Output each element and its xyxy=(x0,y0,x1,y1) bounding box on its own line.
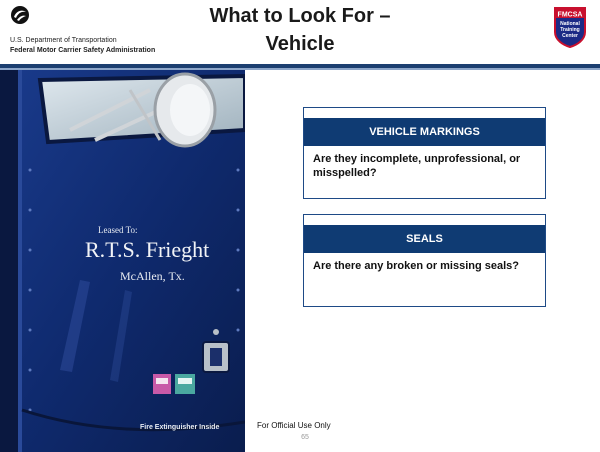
title-line-1: What to Look For – xyxy=(209,5,391,27)
slide-header: U.S. Department of Transportation Federa… xyxy=(0,0,600,64)
agency-name: Federal Motor Carrier Safety Administrat… xyxy=(10,47,156,54)
extinguisher-lettering: Fire Extinguisher Inside xyxy=(140,424,219,431)
slide: U.S. Department of Transportation Federa… xyxy=(0,0,600,452)
badge-top-text: FMCSA xyxy=(558,12,583,19)
truck-door-photo: Leased To: R.T.S. Frieght McAllen, Tx. F… xyxy=(0,70,245,452)
vehicle-markings-card: VEHICLE MARKINGS Are they incomplete, un… xyxy=(303,107,546,199)
title-line-2: Vehicle xyxy=(265,33,335,55)
dot-logo-icon xyxy=(11,6,29,24)
department-name: U.S. Department of Transportation xyxy=(10,37,117,44)
company-lettering: R.T.S. Frieght xyxy=(85,237,209,262)
leased-to-text: Leased To: xyxy=(98,225,137,235)
vehicle-markings-heading: VEHICLE MARKINGS xyxy=(304,118,545,146)
seals-card: SEALS Are there any broken or missing se… xyxy=(303,214,546,307)
seals-heading: SEALS xyxy=(304,225,545,253)
truck-door-illustration: Leased To: R.T.S. Frieght McAllen, Tx. F… xyxy=(0,70,245,452)
fmcsa-badge-icon: FMCSA National Training Center xyxy=(554,7,586,48)
page-number: 65 xyxy=(301,434,309,441)
location-lettering: McAllen, Tx. xyxy=(120,269,185,283)
vehicle-markings-body: Are they incomplete, unprofessional, or … xyxy=(313,153,521,179)
official-use-label: For Official Use Only xyxy=(257,421,331,430)
seals-body: Are there any broken or missing seals? xyxy=(313,260,520,272)
badge-line3-text: Center xyxy=(562,33,578,39)
slide-title: What to Look For – Vehicle xyxy=(180,2,420,58)
